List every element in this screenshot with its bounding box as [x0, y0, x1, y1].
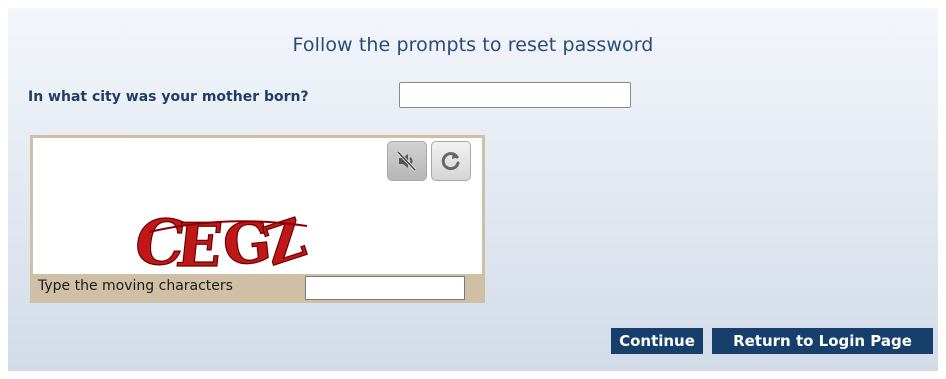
continue-button[interactable]: Continue — [611, 328, 703, 354]
reset-password-panel: Follow the prompts to reset password In … — [8, 8, 938, 371]
security-answer-input[interactable] — [399, 82, 631, 108]
captcha-audio-button[interactable] — [387, 141, 427, 181]
captcha-refresh-button[interactable] — [431, 141, 471, 181]
captcha-image-area: C E G Z — [33, 138, 482, 276]
refresh-icon — [441, 152, 460, 171]
page-title: Follow the prompts to reset password — [292, 34, 654, 56]
captcha-input[interactable] — [305, 276, 465, 300]
captcha-input-row: Type the moving characters — [33, 274, 482, 300]
captcha-widget: C E G Z Type the moving characters — [30, 135, 485, 303]
captcha-characters-image: C E G Z — [137, 205, 314, 276]
captcha-input-label: Type the moving characters — [38, 278, 233, 294]
speaker-muted-icon — [396, 150, 417, 172]
svg-text:E: E — [173, 211, 226, 276]
security-question-label: In what city was your mother born? — [28, 89, 309, 105]
return-to-login-button[interactable]: Return to Login Page — [712, 328, 933, 354]
